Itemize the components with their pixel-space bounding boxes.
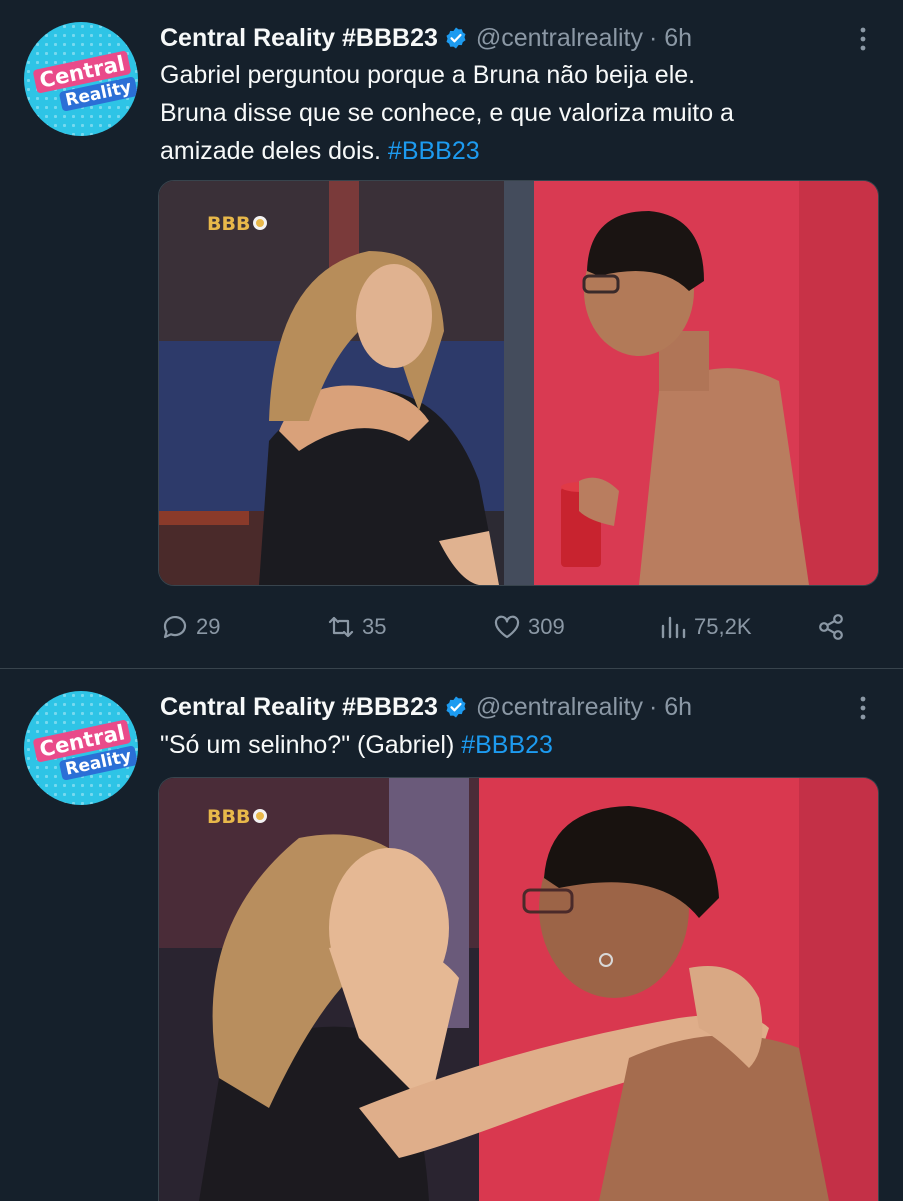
author-handle[interactable]: @centralreality bbox=[476, 693, 643, 722]
tweet-text-line: amizade deles dois. #BBB23 bbox=[160, 132, 860, 170]
tweet-text-line: Gabriel perguntou porque a Bruna não bei… bbox=[160, 61, 696, 89]
retweet-count: 35 bbox=[362, 614, 387, 639]
retweet-icon bbox=[328, 616, 354, 638]
tweet-image[interactable]: BBB bbox=[158, 777, 879, 1201]
reply-count: 29 bbox=[196, 614, 221, 639]
like-icon bbox=[494, 615, 520, 639]
avatar[interactable]: Central Reality bbox=[24, 691, 138, 805]
hashtag-link[interactable]: #BBB23 bbox=[388, 137, 480, 165]
tweet-photo bbox=[159, 181, 878, 585]
bbb-logo: BBB bbox=[207, 213, 251, 235]
reply-icon bbox=[163, 615, 187, 639]
retweet-button[interactable]: 35 bbox=[326, 612, 386, 642]
tweet-header: Central Reality #BBB23 @centralreality ·… bbox=[160, 689, 692, 725]
tweet-header: Central Reality #BBB23 @centralreality ·… bbox=[160, 20, 692, 56]
avatar[interactable]: Central Reality bbox=[24, 22, 138, 136]
tweet-time[interactable]: · 6h bbox=[649, 24, 692, 53]
tweet-text: "Só um selinho?" (Gabriel) #BBB23 bbox=[160, 726, 860, 764]
more-icon[interactable] bbox=[853, 24, 873, 54]
hashtag-link[interactable]: #BBB23 bbox=[461, 731, 553, 759]
tweet-text-fragment: amizade deles dois. bbox=[160, 137, 381, 165]
bbb-logo: BBB bbox=[207, 806, 251, 828]
verified-badge-icon bbox=[446, 696, 466, 718]
like-count: 309 bbox=[528, 614, 565, 639]
share-button[interactable] bbox=[816, 612, 852, 642]
tweet-actions: 29 35 309 75,2K bbox=[160, 612, 860, 648]
tweet[interactable]: Central Reality Central Reality #BBB23 @… bbox=[0, 0, 903, 668]
tweet-image[interactable]: BBB bbox=[158, 180, 879, 586]
views-button[interactable]: 75,2K bbox=[658, 612, 752, 642]
tweet-text-line: Bruna disse que se conhece, e que valori… bbox=[160, 99, 734, 127]
verified-badge-icon bbox=[446, 27, 466, 49]
more-icon[interactable] bbox=[853, 693, 873, 723]
share-icon bbox=[819, 614, 843, 640]
bbb-eye-icon bbox=[253, 216, 267, 230]
views-icon bbox=[661, 616, 686, 639]
author-handle[interactable]: @centralreality bbox=[476, 24, 643, 53]
tweet-text: Gabriel perguntou porque a Bruna não bei… bbox=[160, 56, 860, 170]
bbb-eye-icon bbox=[253, 809, 267, 823]
reply-button[interactable]: 29 bbox=[160, 612, 220, 642]
like-button[interactable]: 309 bbox=[492, 612, 565, 642]
tweet-time[interactable]: · 6h bbox=[649, 693, 692, 722]
tweet-text-line: "Só um selinho?" (Gabriel) #BBB23 bbox=[160, 726, 860, 764]
tweet[interactable]: Central Reality Central Reality #BBB23 @… bbox=[0, 669, 903, 1201]
tweet-photo bbox=[159, 778, 878, 1201]
author-name[interactable]: Central Reality #BBB23 bbox=[160, 24, 438, 53]
author-name[interactable]: Central Reality #BBB23 bbox=[160, 693, 438, 722]
tweet-text-fragment: "Só um selinho?" (Gabriel) bbox=[160, 731, 455, 759]
views-count: 75,2K bbox=[694, 614, 752, 639]
